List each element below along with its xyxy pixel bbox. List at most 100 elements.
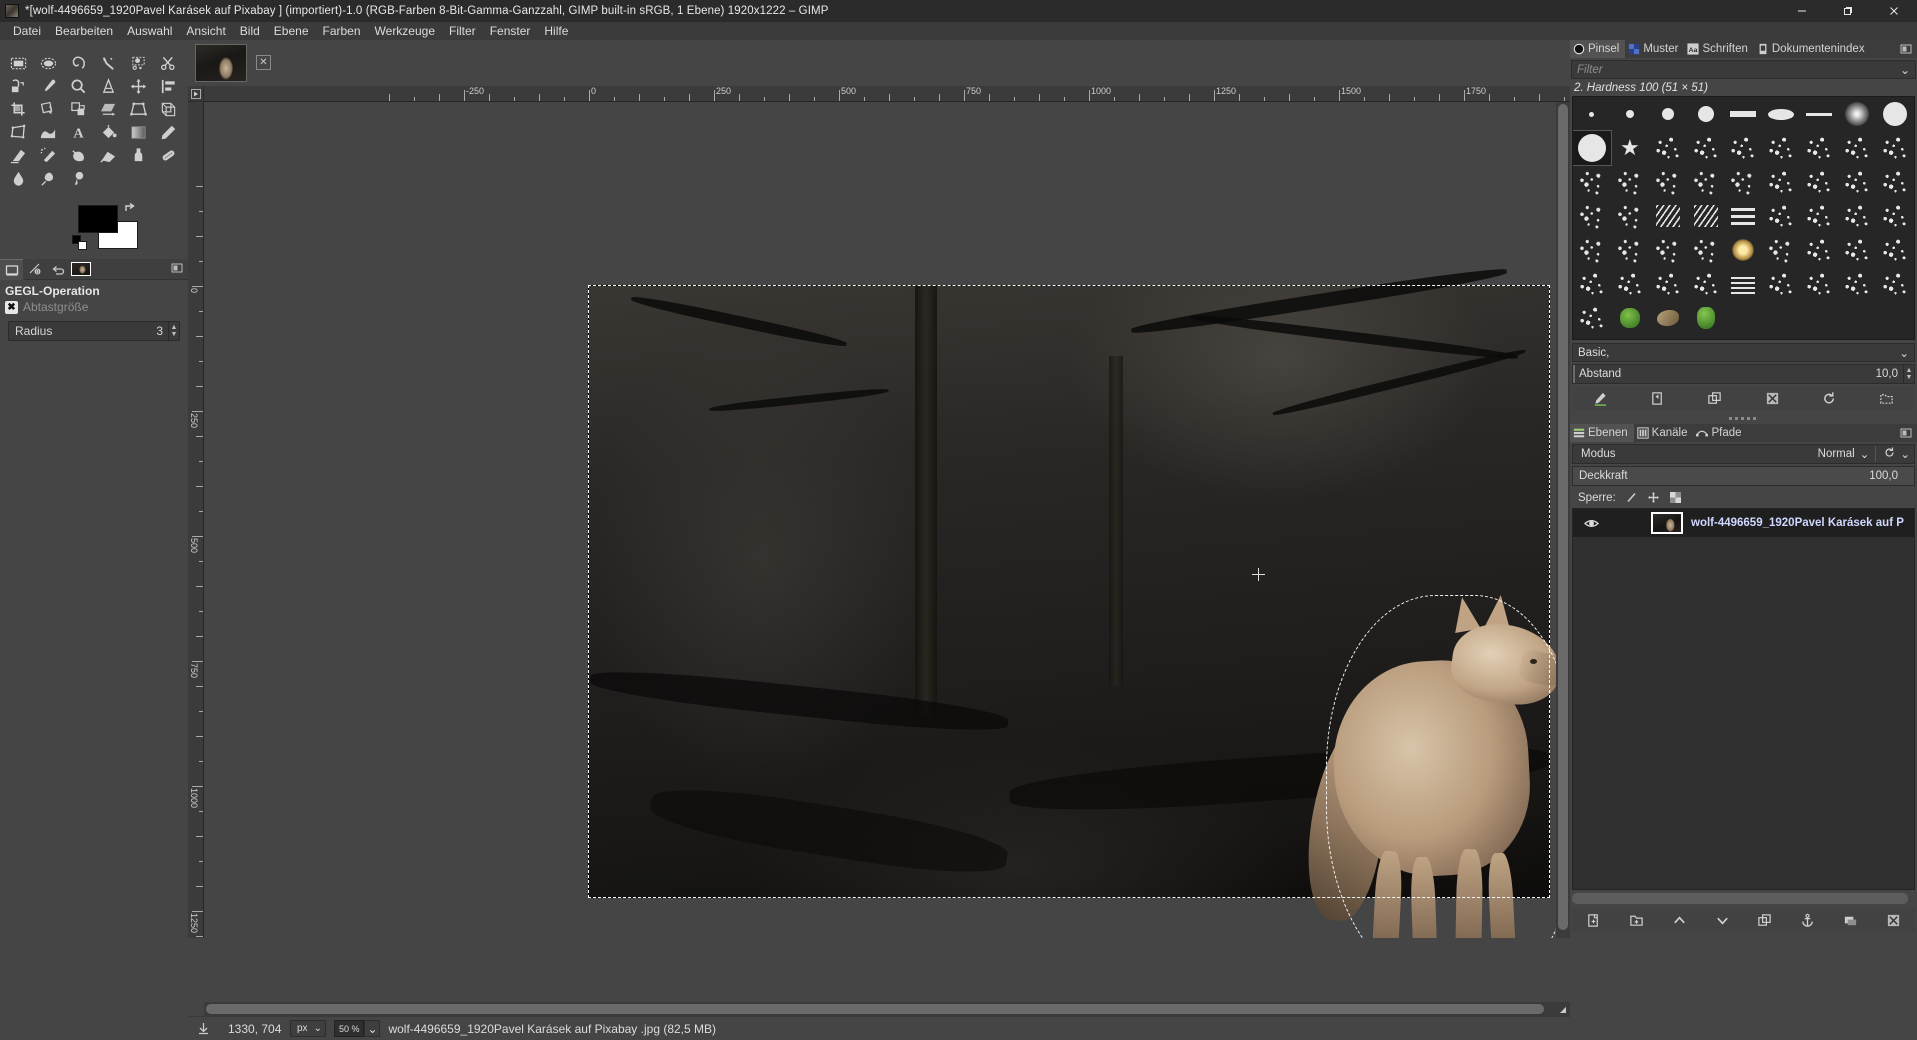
menu-farben[interactable]: Farben xyxy=(316,23,368,39)
foreground-color-swatch[interactable] xyxy=(78,205,118,233)
brush-spacing-slider[interactable]: Abstand 10,0 ▲ ▼ xyxy=(1572,364,1915,384)
layer-row[interactable]: wolf-4496659_1920Pavel Karásek auf P xyxy=(1573,509,1914,537)
brush-item[interactable] xyxy=(1725,267,1763,301)
alignment-icon[interactable] xyxy=(154,75,183,97)
new-layer-button[interactable] xyxy=(1582,910,1604,930)
layer-mode-reset-icon[interactable] xyxy=(1883,446,1896,462)
brush-item[interactable] xyxy=(1687,232,1725,268)
brush-item[interactable] xyxy=(1573,267,1611,301)
brush-item[interactable] xyxy=(1687,131,1725,165)
layer-mode-row[interactable]: Modus Normal ⌄ ⌄ xyxy=(1572,444,1915,464)
brush-item[interactable] xyxy=(1573,301,1611,335)
collapse-dock-icon[interactable] xyxy=(1900,427,1913,440)
reset-colors-icon[interactable] xyxy=(72,235,87,250)
brush-item[interactable] xyxy=(1687,267,1725,301)
edit-brush-button[interactable] xyxy=(1590,388,1612,408)
vertical-ruler[interactable]: 0 250 500 750 1000 1250 xyxy=(188,102,204,938)
rectangle-select-icon[interactable] xyxy=(4,52,33,74)
collapse-dock-icon[interactable] xyxy=(171,262,185,276)
brush-item[interactable] xyxy=(1649,164,1687,200)
layers-tab-pfade[interactable]: Pfade xyxy=(1693,424,1748,442)
brush-item[interactable] xyxy=(1876,131,1914,165)
refresh-brushes-button[interactable] xyxy=(1818,388,1840,408)
undo-history-tab[interactable] xyxy=(46,259,69,280)
reset-operation-button[interactable]: ✖ xyxy=(5,300,18,314)
text-icon[interactable]: A xyxy=(64,121,93,143)
minimize-button[interactable] xyxy=(1779,0,1825,22)
mypaint-brush-icon[interactable] xyxy=(94,144,123,166)
brush-item[interactable] xyxy=(1573,97,1611,131)
brush-item[interactable] xyxy=(1725,199,1763,233)
layer-opacity-slider[interactable]: Deckkraft 100,0 ▲▼ xyxy=(1572,466,1915,486)
brush-item[interactable] xyxy=(1838,165,1876,199)
foreground-select-icon[interactable] xyxy=(4,75,33,97)
new-layer-group-button[interactable] xyxy=(1625,910,1647,930)
layers-tab-ebenen[interactable]: Ebenen xyxy=(1570,424,1634,442)
ellipse-select-icon[interactable] xyxy=(34,52,63,74)
brush-item[interactable] xyxy=(1800,131,1838,165)
brush-item[interactable] xyxy=(1876,97,1914,131)
brush-item[interactable] xyxy=(1838,131,1876,165)
layers-horizontal-scrollbar[interactable] xyxy=(1572,893,1915,906)
menu-auswahl[interactable]: Auswahl xyxy=(120,23,179,39)
collapse-dock-icon[interactable] xyxy=(1900,43,1913,56)
brush-item[interactable] xyxy=(1800,165,1838,199)
layers-tab-kanäle[interactable]: Kanäle xyxy=(1633,424,1694,442)
brush-item[interactable] xyxy=(1800,97,1838,131)
pointer-position-icon[interactable] xyxy=(194,1020,212,1038)
brushes-tab-dokumentenindex[interactable]: Dokumentenindex xyxy=(1753,40,1871,58)
scissors-select-icon[interactable] xyxy=(154,52,183,74)
3d-transform-icon[interactable] xyxy=(154,98,183,120)
brush-item[interactable] xyxy=(1725,233,1763,267)
quick-mask-toggle[interactable] xyxy=(188,86,204,102)
delete-brush-button[interactable] xyxy=(1761,388,1783,408)
spacing-stepper[interactable]: ▲ ▼ xyxy=(1903,365,1914,383)
duplicate-layer-button[interactable] xyxy=(1754,910,1776,930)
raise-layer-button[interactable] xyxy=(1668,910,1690,930)
brush-item[interactable] xyxy=(1649,199,1687,233)
brush-item[interactable] xyxy=(1838,199,1876,233)
brush-item[interactable] xyxy=(1649,301,1687,335)
menu-bearbeiten[interactable]: Bearbeiten xyxy=(48,23,120,39)
duplicate-brush-button[interactable] xyxy=(1704,388,1726,408)
heal-icon[interactable] xyxy=(154,144,183,166)
brush-item[interactable] xyxy=(1611,164,1649,200)
brush-item[interactable] xyxy=(1649,232,1687,268)
images-tab[interactable] xyxy=(69,259,92,280)
menu-ansicht[interactable]: Ansicht xyxy=(179,23,232,39)
brush-item[interactable] xyxy=(1762,97,1800,131)
dodge-burn-icon[interactable] xyxy=(64,167,93,189)
free-select-icon[interactable] xyxy=(64,52,93,74)
menu-datei[interactable]: Datei xyxy=(6,23,48,39)
navigation-preview-button[interactable]: ◢ xyxy=(1556,1002,1570,1016)
brush-item[interactable] xyxy=(1573,130,1612,166)
layers-list[interactable]: wolf-4496659_1920Pavel Karásek auf P xyxy=(1572,508,1915,890)
rotate-icon[interactable] xyxy=(34,98,63,120)
maximize-button[interactable] xyxy=(1825,0,1871,22)
gradient-icon[interactable] xyxy=(124,121,153,143)
zoom-chevron-down-icon[interactable]: ⌄ xyxy=(364,1020,381,1037)
spacing-value[interactable]: 10,0 xyxy=(1876,368,1903,380)
brush-item[interactable] xyxy=(1800,267,1838,301)
brush-item[interactable] xyxy=(1876,267,1914,301)
chevron-down-icon[interactable]: ⌄ xyxy=(1899,346,1909,360)
close-button[interactable] xyxy=(1871,0,1917,22)
brush-item[interactable] xyxy=(1838,267,1876,301)
horizontal-ruler[interactable]: -250025050075010001250150017502000 xyxy=(204,86,1570,102)
image-thumbnail-tab[interactable] xyxy=(195,44,247,82)
perspective-icon[interactable] xyxy=(124,98,153,120)
brush-item[interactable] xyxy=(1687,199,1725,233)
brush-item[interactable] xyxy=(1838,233,1876,267)
lock-position-icon[interactable] xyxy=(1647,491,1660,504)
unit-selector[interactable]: px ⌄ xyxy=(290,1020,326,1037)
layer-mode-menu-icon[interactable]: ⌄ xyxy=(1900,447,1910,461)
color-picker-icon[interactable] xyxy=(34,75,63,97)
menu-hilfe[interactable]: Hilfe xyxy=(537,23,575,39)
brush-item[interactable] xyxy=(1687,164,1725,200)
crop-icon[interactable] xyxy=(4,98,33,120)
scale-icon[interactable] xyxy=(64,98,93,120)
brush-item[interactable] xyxy=(1762,131,1800,165)
brush-item[interactable] xyxy=(1611,267,1649,301)
menu-ebene[interactable]: Ebene xyxy=(267,23,316,39)
layer-name[interactable]: wolf-4496659_1920Pavel Karásek auf P xyxy=(1683,517,1904,529)
